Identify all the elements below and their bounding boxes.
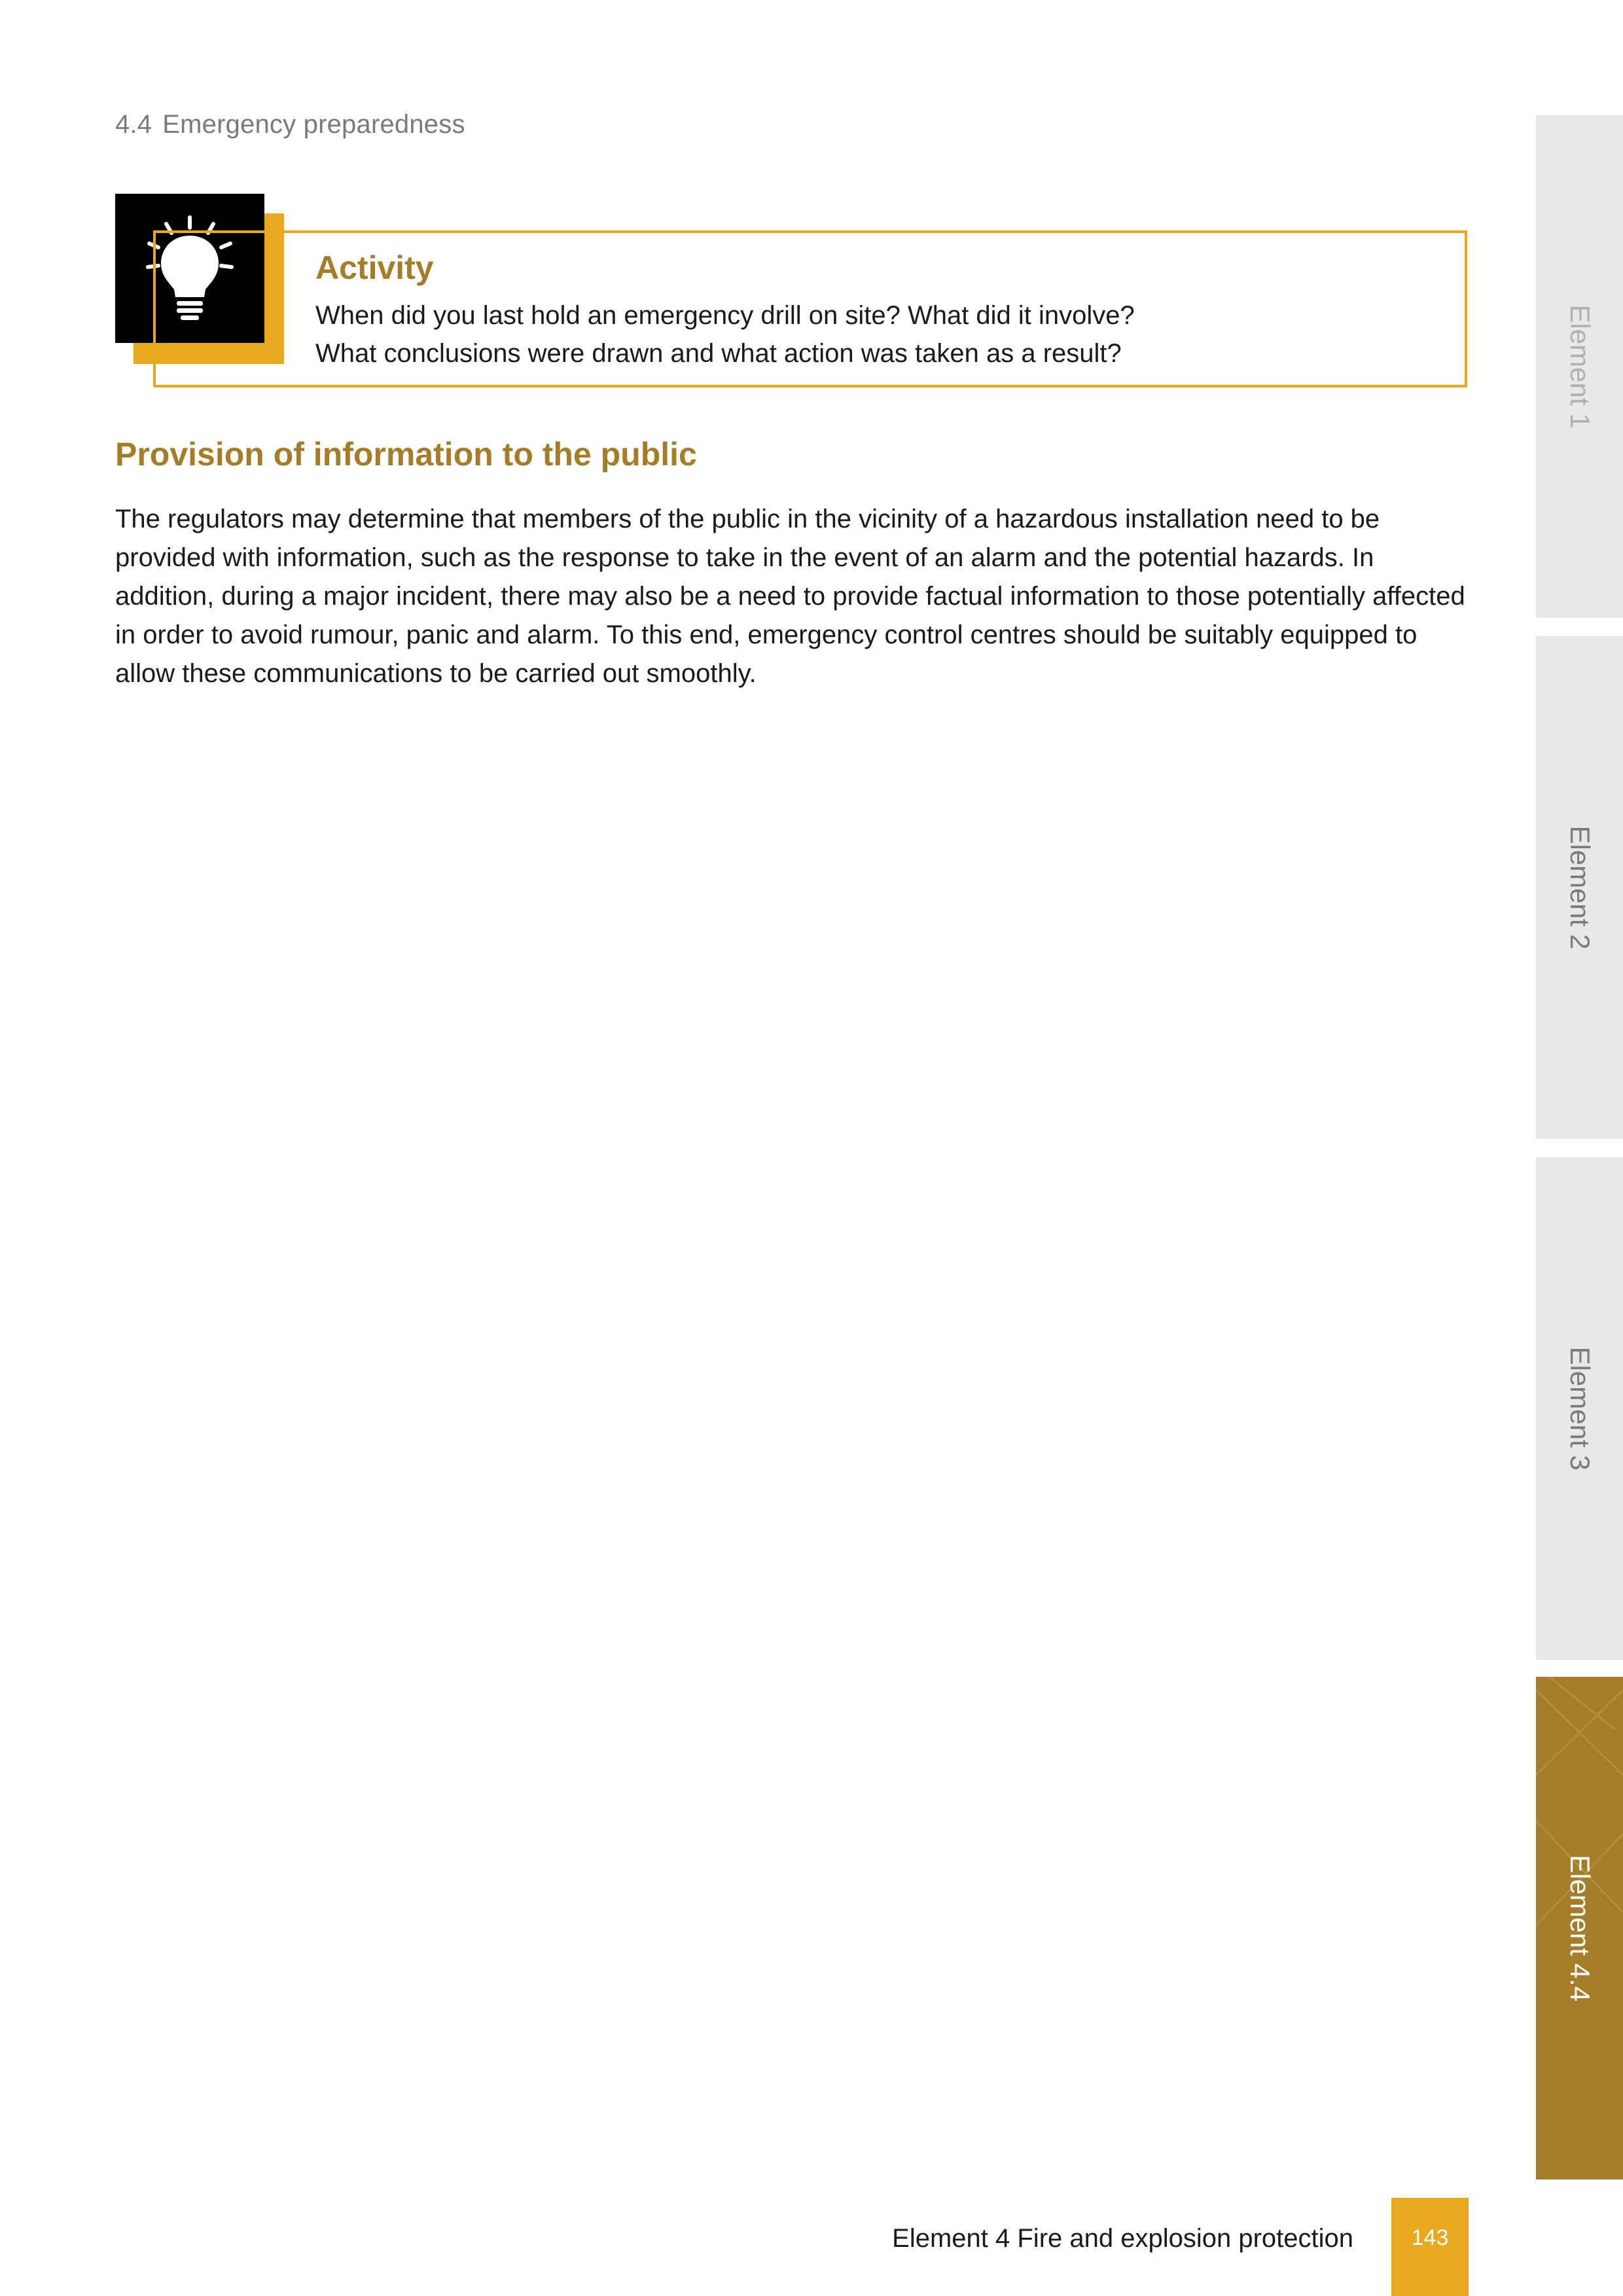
side-tab-element-3[interactable]: Element 3 — [1536, 1157, 1623, 1660]
section-number: 4.4 — [115, 110, 152, 139]
activity-question-1: When did you last hold an emergency dril… — [315, 301, 1135, 330]
activity-title: Activity — [315, 249, 434, 286]
side-tab-label: Element 1 — [1564, 304, 1596, 429]
side-tab-element-1[interactable]: Element 1 — [1536, 115, 1623, 618]
body-paragraph: The regulators may determine that member… — [115, 505, 1465, 688]
side-tab-label: Element 2 — [1564, 825, 1596, 950]
side-tab-element-4-4[interactable]: Element 4.4 — [1536, 1677, 1623, 2179]
page-number: 143 — [1411, 2225, 1449, 2250]
side-tab-label: Element 4.4 — [1564, 1854, 1596, 2002]
section-title: Emergency preparedness — [162, 110, 465, 139]
side-tab-label: Element 3 — [1564, 1346, 1596, 1471]
section-heading: Provision of information to the public — [115, 436, 697, 473]
footer-title: Element 4 Fire and explosion protection — [892, 2224, 1353, 2253]
body-text: The regulators may determine that member… — [115, 500, 1476, 693]
side-tab-element-2[interactable]: Element 2 — [1536, 636, 1623, 1139]
running-head: 4.4 Emergency preparedness — [115, 110, 465, 139]
activity-question-2: What conclusions were drawn and what act… — [315, 339, 1122, 368]
page-number-badge: 143 — [1391, 2198, 1469, 2296]
